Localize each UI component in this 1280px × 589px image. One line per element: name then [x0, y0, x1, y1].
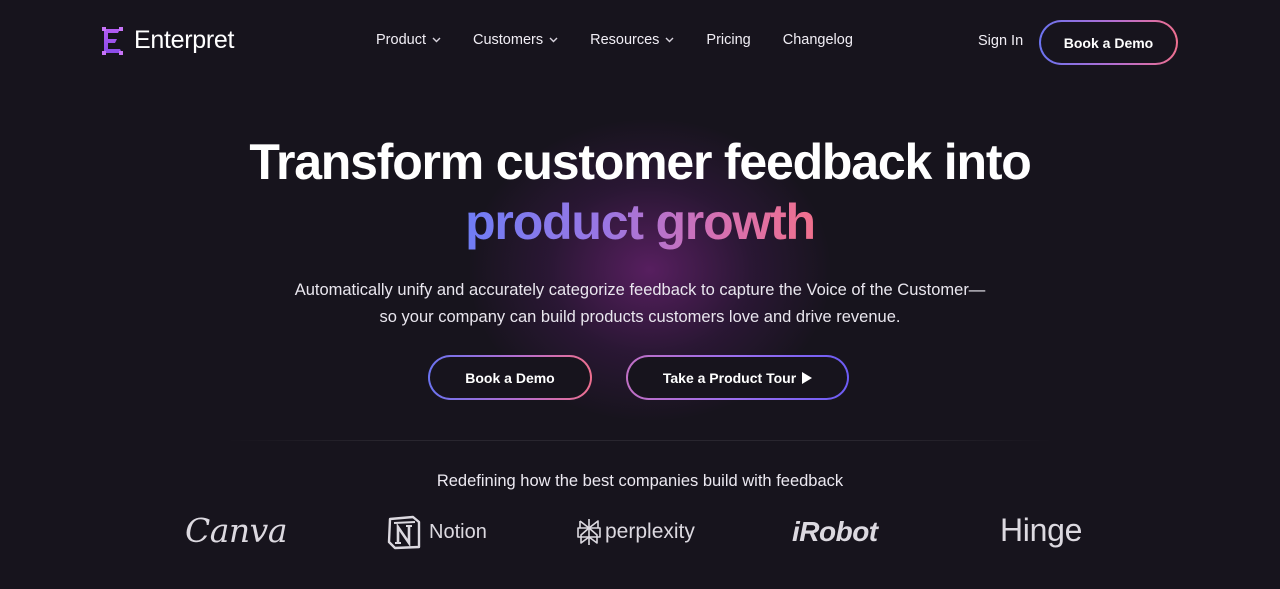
- perplexity-logo-text: perplexity: [605, 520, 695, 543]
- nav-menu: Product Customers Resources Pricing Chan…: [376, 32, 885, 48]
- irobot-logo: iRobot: [792, 516, 878, 548]
- product-tour-button[interactable]: Take a Product Tour: [626, 355, 849, 400]
- nav-item-resources[interactable]: Resources: [590, 32, 674, 48]
- enterpret-logo-icon: [102, 26, 123, 55]
- hinge-logo: Hinge: [1000, 512, 1082, 549]
- nav-item-label: Product: [376, 32, 426, 48]
- nav-item-label: Resources: [590, 32, 660, 48]
- hero-title-accent: product growth: [0, 193, 1280, 251]
- top-navigation: Enterpret Product Customers Resources Pr…: [0, 0, 1280, 84]
- nav-book-demo-label: Book a Demo: [1041, 22, 1176, 63]
- perplexity-logo: perplexity: [577, 518, 695, 546]
- hero-subtitle-line: so your company can build products custo…: [379, 308, 901, 326]
- product-tour-label: Take a Product Tour: [662, 369, 797, 386]
- logos-caption: Redefining how the best companies build …: [436, 472, 844, 490]
- landing-page: Enterpret Product Customers Resources Pr…: [0, 0, 1280, 589]
- canva-logo: Canva: [185, 511, 288, 550]
- play-icon: [802, 371, 813, 384]
- brand-logo-link[interactable]: Enterpret: [102, 26, 234, 55]
- hero-subtitle: Automatically unify and accurately categ…: [0, 277, 1280, 331]
- notion-logo: Notion: [386, 514, 487, 550]
- perplexity-icon: [577, 519, 601, 545]
- nav-item-changelog[interactable]: Changelog: [783, 32, 853, 48]
- nav-book-demo-button[interactable]: Book a Demo: [1039, 20, 1178, 65]
- irobot-logo-text: iRobot: [792, 516, 878, 547]
- section-divider: [226, 440, 1054, 441]
- chevron-down-icon: [549, 37, 558, 43]
- canva-logo-text: Canva: [185, 511, 288, 550]
- chevron-down-icon: [665, 37, 674, 43]
- hero-title: Transform customer feedback into: [249, 134, 1031, 190]
- nav-item-label: Changelog: [782, 32, 853, 48]
- nav-item-pricing[interactable]: Pricing: [706, 32, 750, 48]
- hero-subtitle-line: Automatically unify and accurately categ…: [294, 281, 986, 299]
- notion-icon: [387, 515, 421, 550]
- sign-in-link[interactable]: Sign In: [978, 33, 1023, 49]
- hinge-logo-text: Hinge: [1000, 512, 1083, 548]
- nav-item-product[interactable]: Product: [376, 32, 441, 48]
- hero-book-demo-button[interactable]: Book a Demo: [428, 355, 592, 400]
- chevron-down-icon: [432, 37, 441, 43]
- product-tour-inner: Take a Product Tour: [628, 357, 847, 398]
- notion-logo-text: Notion: [429, 520, 487, 543]
- nav-item-label: Pricing: [706, 32, 751, 48]
- nav-item-label: Customers: [472, 32, 544, 48]
- nav-item-customers[interactable]: Customers: [473, 32, 558, 48]
- hero-book-demo-label: Book a Demo: [430, 357, 590, 398]
- hero-title-gradient-text: product growth: [465, 194, 816, 250]
- brand-name: Enterpret: [134, 26, 235, 54]
